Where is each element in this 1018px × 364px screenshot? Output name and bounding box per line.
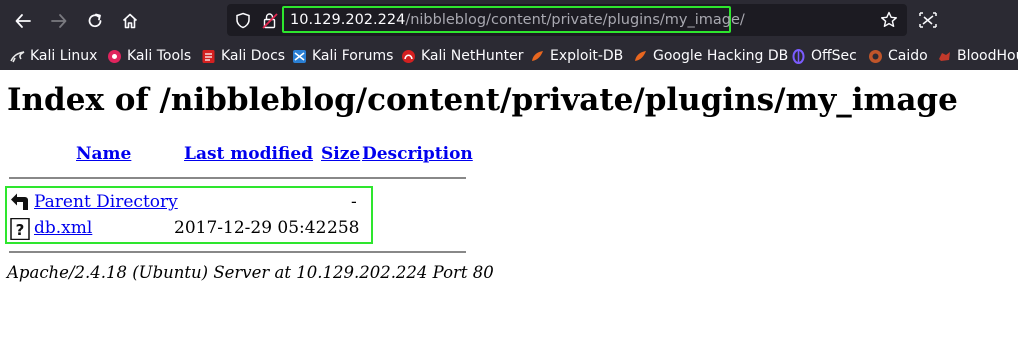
bookmark-bloodhound[interactable]: BloodHou [937, 47, 1018, 65]
bookmark-label: Exploit-DB [550, 48, 624, 64]
url-host: 10.129.202.224 [290, 12, 406, 28]
bookmark-label: Caido [888, 48, 928, 64]
kali-dragon-icon [10, 50, 25, 62]
bookmark-exploit-db[interactable]: Exploit-DB [530, 47, 623, 65]
bookmark-kali-forums[interactable]: Kali Forums [292, 47, 393, 65]
bookmark-kali-docs[interactable]: Kali Docs [201, 47, 285, 65]
offsec-icon [792, 48, 805, 64]
table-divider-top [9, 177, 466, 179]
kali-nethunter-icon [402, 49, 415, 63]
kali-docs-icon [202, 49, 215, 63]
bookmark-label: Kali Tools [127, 48, 192, 64]
bloodhound-icon [939, 51, 950, 61]
row-size: 258 [327, 218, 360, 238]
page-content: Index of /nibbleblog/content/private/plu… [0, 70, 1018, 364]
ghdb-icon [635, 50, 646, 61]
row-last-modified: 2017-12-29 05:42 [174, 218, 327, 238]
bookmark-label: Kali Linux [30, 48, 98, 64]
reload-button[interactable] [81, 7, 109, 35]
bookmark-kali-tools[interactable]: Kali Tools [107, 47, 191, 65]
page-title: Index of /nibbleblog/content/private/plu… [7, 82, 958, 118]
bookmark-label: Kali NetHunter [421, 48, 524, 64]
bookmark-label: BloodHou [957, 48, 1018, 64]
bookmark-star-icon[interactable] [880, 11, 898, 29]
kali-tools-icon [108, 49, 121, 63]
table-divider-bottom [9, 251, 466, 253]
bookmark-kali-linux[interactable]: Kali Linux [10, 47, 97, 65]
forward-button[interactable] [45, 7, 73, 35]
column-header-name[interactable]: Name [76, 144, 131, 164]
caido-icon [869, 49, 882, 63]
bookmark-kali-nethunter[interactable]: Kali NetHunter [401, 47, 523, 65]
bookmark-label: Kali Docs [221, 48, 286, 64]
bookmark-caido[interactable]: Caido [868, 47, 928, 65]
exploit-db-icon [532, 50, 543, 61]
insecure-lock-icon[interactable] [262, 12, 278, 29]
bookmark-label: Kali Forums [312, 48, 394, 64]
back-button[interactable] [9, 7, 37, 35]
column-header-description[interactable]: Description [362, 144, 473, 164]
bookmark-google-hacking-db[interactable]: Google Hacking DB [633, 47, 788, 65]
back-arrow-icon [10, 192, 30, 214]
forward-arrow-icon [51, 14, 67, 28]
parent-directory-link[interactable]: Parent Directory [34, 192, 178, 212]
screenshot-tool-icon[interactable] [918, 11, 938, 29]
url-path: /nibbleblog/content/private/plugins/my_i… [405, 12, 745, 28]
url-text[interactable]: 10.129.202.224/nibbleblog/content/privat… [290, 11, 745, 29]
svg-text:?: ? [16, 221, 25, 239]
column-header-size[interactable]: Size [321, 144, 360, 164]
shield-icon[interactable] [235, 12, 251, 29]
db-xml-link[interactable]: db.xml [34, 218, 92, 238]
home-icon [122, 13, 138, 29]
back-arrow-icon [15, 14, 31, 28]
server-signature: Apache/2.4.18 (Ubuntu) Server at 10.129.… [7, 263, 494, 282]
browser-toolbar: 10.129.202.224/nibbleblog/content/privat… [0, 0, 1018, 42]
bookmarks-toolbar: Kali Linux Kali Tools Kali Docs Kali For… [0, 42, 1018, 70]
kali-forums-icon [293, 49, 306, 63]
column-header-last-modified[interactable]: Last modified [184, 144, 313, 164]
row-size: - [351, 192, 357, 212]
unknown-file-icon: ? [10, 218, 30, 240]
home-button[interactable] [116, 7, 144, 35]
bookmark-offsec[interactable]: OffSec [791, 47, 857, 65]
bookmark-label: OffSec [811, 48, 857, 64]
reload-icon [88, 13, 102, 28]
bookmark-label: Google Hacking DB [653, 48, 789, 64]
